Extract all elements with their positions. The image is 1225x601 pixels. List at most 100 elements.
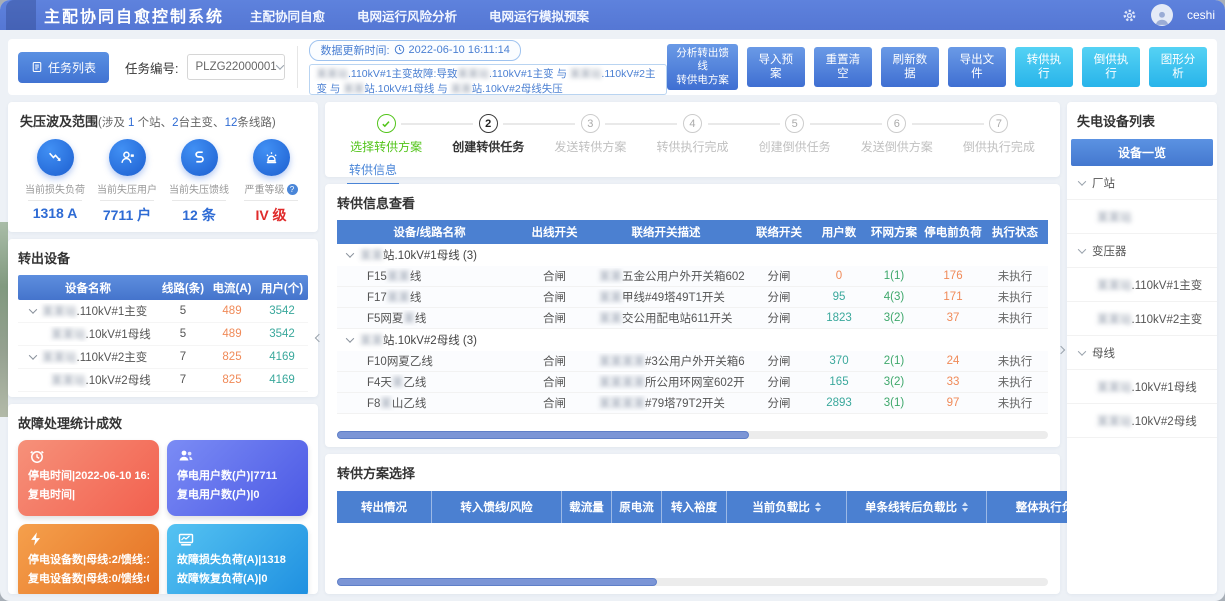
- cell-ring-plan: 2(1): [865, 355, 923, 367]
- cell-ring-plan: 3(2): [865, 312, 923, 324]
- table-row[interactable]: F8某山乙线合闸某某某某#79塔79T2开关分闸28933(1)97未执行F5和…: [337, 393, 1048, 414]
- task-no-select[interactable]: PLZG22000001: [187, 54, 285, 80]
- table-row[interactable]: 某某站.110kV#2主变78254169: [18, 346, 308, 369]
- tab-row: 转供信息: [335, 158, 1050, 186]
- toolbar-button[interactable]: 图形分析: [1149, 47, 1207, 88]
- stat-value: 7711 户: [92, 205, 162, 225]
- tree-section[interactable]: 母线: [1067, 336, 1217, 370]
- tree-section[interactable]: 变压器: [1067, 234, 1217, 268]
- step-indicator[interactable]: 7: [989, 114, 1008, 133]
- tree-item[interactable]: 某某站.110kV#2主变: [1067, 302, 1217, 336]
- tree-item[interactable]: 某某站.10kV#2母线: [1067, 404, 1217, 438]
- table-row[interactable]: F15某某线合闸某某五金公用户外开关箱602开关分闸01(1)176未执行F11…: [337, 266, 1048, 287]
- table-row[interactable]: 某某站.110kV#1主变54893542: [18, 300, 308, 323]
- column-header: 单条线转后负载比: [847, 491, 987, 523]
- chevron-down-icon[interactable]: [1078, 347, 1086, 355]
- task-list-button[interactable]: 任务列表: [18, 52, 109, 83]
- subtitle-part: 个站、: [134, 117, 172, 129]
- table-row[interactable]: F10网夏乙线合闸某某某某#3公用户外开关箱602开关分闸3702(1)24未执…: [337, 351, 1048, 372]
- transfer-out-panel: 转出设备 设备名称线路(条)电流(A)用户(个) 某某站.110kV#1主变54…: [8, 239, 318, 397]
- toolbar-button[interactable]: 转供执行: [1015, 47, 1073, 88]
- transfer-info-title: 转供信息查看: [337, 193, 1048, 212]
- subtitle-part: 台主变、: [179, 117, 225, 129]
- steps: 选择转供方案2创建转供任务3发送转供方案4转供执行完成5创建倒供任务6发送倒供方…: [335, 110, 1050, 155]
- impact-stat: 严重等级?IV 级: [236, 139, 306, 225]
- horizontal-scrollbar[interactable]: [337, 431, 1048, 439]
- cell-users: 95: [813, 291, 865, 303]
- step-line: [846, 123, 882, 125]
- nav-tab-0[interactable]: 主配协同自愈: [250, 6, 325, 25]
- table-row[interactable]: F17某某线合闸某某甲线#49塔49T1开关分闸954(3)171未执行F7天: [337, 287, 1048, 308]
- toolbar-button[interactable]: 导出文件: [948, 47, 1006, 88]
- step-indicator[interactable]: 2: [479, 114, 498, 133]
- tab-transfer-info[interactable]: 转供信息: [347, 158, 399, 185]
- step-indicator[interactable]: 5: [785, 114, 804, 133]
- toolbar-button[interactable]: 重置清空: [814, 47, 872, 88]
- table-row[interactable]: F5网夏某线合闸某某交公用配电站611开关分闸18233(2)37未执行F16马: [337, 308, 1048, 329]
- tree-item[interactable]: 某某站.110kV#1主变: [1067, 268, 1217, 302]
- fault-description[interactable]: 某某站.110kV#1主变故障:导致某某站.110kV#1主变 与 某某站.11…: [309, 64, 667, 95]
- text-segment: .110kV#2主变: [77, 352, 148, 364]
- avatar[interactable]: [1151, 4, 1173, 26]
- transfer-info-head: 设备/线路名称出线开关联络开关描述联络开关用户数环网方案停电前负荷执行状态转: [337, 220, 1048, 244]
- horizontal-scrollbar[interactable]: [337, 578, 1048, 586]
- horizontal-scrollbar-thumb[interactable]: [337, 431, 749, 439]
- chevron-down-icon[interactable]: [29, 351, 37, 359]
- subtitle-part: (涉及: [98, 117, 128, 129]
- redacted-text: 某某某某: [599, 398, 645, 410]
- step-indicator[interactable]: [377, 114, 396, 133]
- stat-card-line: 复电设备数|母线:0/馈线:0: [28, 570, 149, 589]
- user-group-icon: [177, 447, 298, 465]
- chevron-down-icon[interactable]: [29, 305, 37, 313]
- nav-tab-2[interactable]: 电网运行模拟预案: [489, 6, 589, 25]
- toolbar-button[interactable]: 倒供执行: [1082, 47, 1140, 88]
- nav-tab-1[interactable]: 电网运行风险分析: [357, 6, 457, 25]
- group-row[interactable]: 某某站.10kV#2母线 (3): [337, 329, 1048, 351]
- text-segment: .110kV#1主变: [1132, 280, 1203, 292]
- sort-icon[interactable]: [815, 502, 821, 512]
- table-row[interactable]: F4天某乙线合闸某某某某所公用环网室602开关分闸1653(2)33未执行F8看…: [337, 372, 1048, 393]
- text-segment: 甲线#49塔49T1开关: [622, 292, 725, 304]
- step-indicator[interactable]: 6: [887, 114, 906, 133]
- tree-section[interactable]: 厂站: [1067, 166, 1217, 200]
- expand-right-handle[interactable]: [1058, 340, 1064, 358]
- cell-target-feeder: F11五: [1047, 268, 1048, 284]
- step-indicator[interactable]: 3: [581, 114, 600, 133]
- collapse-left-handle[interactable]: [316, 328, 322, 346]
- toolbar-button[interactable]: 刷新数据: [881, 47, 939, 88]
- impact-subtitle: (涉及 1 个站、2台主变、12条线路): [98, 117, 276, 129]
- user-name[interactable]: ceshi: [1187, 8, 1215, 22]
- stat-value: IV 级: [236, 205, 306, 225]
- cell-tie-switch-desc: 某某五金公用户外开关箱602开关: [587, 268, 745, 284]
- text-segment: F17: [367, 292, 387, 304]
- toolbar-button[interactable]: 分析转出馈线 转供电方案: [667, 44, 737, 89]
- plan-select-panel: 转供方案选择 转出情况转入馈线/风险载流量原电流转入裕度当前负载比单条线转后负载…: [325, 454, 1060, 594]
- subtitle-part: 条线路): [237, 117, 275, 129]
- toolbar-button[interactable]: 导入预案: [747, 47, 805, 88]
- text-segment: 站.10kV#2母线失压: [472, 83, 563, 94]
- stat-label: 当前损失负荷: [20, 181, 90, 196]
- transfer-info-body: 某某站.10kV#1母线 (3)F15某某线合闸某某五金公用户外开关箱602开关…: [337, 244, 1048, 414]
- redacted-text: 某某某某: [599, 356, 645, 368]
- stat-card-line: 复电时间|: [28, 486, 149, 505]
- step-indicator[interactable]: 4: [683, 114, 702, 133]
- horizontal-scrollbar-thumb[interactable]: [337, 578, 657, 586]
- chevron-down-icon[interactable]: [1078, 177, 1086, 185]
- tree-item[interactable]: 某某站.10kV#1母线: [1067, 370, 1217, 404]
- cell-device-name: 某某站.10kV#2母线: [18, 372, 158, 388]
- chevron-down-icon[interactable]: [346, 334, 354, 342]
- chevron-down-icon[interactable]: [1078, 245, 1086, 253]
- chevron-down-icon[interactable]: [346, 249, 354, 257]
- cell-users: 370: [813, 355, 865, 367]
- table-row[interactable]: 某某站.10kV#2母线78254169: [18, 369, 308, 392]
- fault-stats-title: 故障处理统计成效: [18, 413, 308, 432]
- cell-tie-switch: 分闸: [745, 310, 813, 326]
- table-row[interactable]: 某某站.10kV#1母线54893542: [18, 323, 308, 346]
- group-row[interactable]: 某某站.10kV#1母线 (3): [337, 244, 1048, 266]
- sort-icon[interactable]: [962, 502, 968, 512]
- tree-item[interactable]: 某某站: [1067, 200, 1217, 234]
- text-segment: 线: [410, 292, 422, 304]
- gear-icon[interactable]: [1122, 8, 1137, 23]
- help-icon[interactable]: ?: [287, 184, 298, 195]
- app-window: 主配协同自愈控制系统 主配协同自愈电网运行风险分析电网运行模拟预案 ceshi …: [0, 0, 1225, 601]
